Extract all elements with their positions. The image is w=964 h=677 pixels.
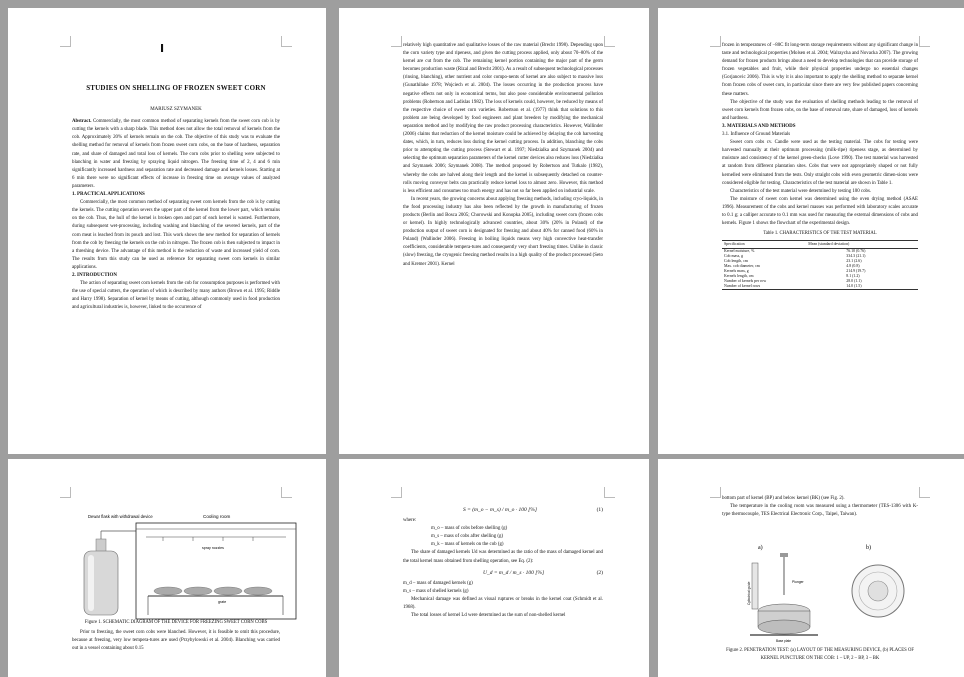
dewar-flask bbox=[83, 530, 136, 616]
paragraph: Characteristics of the test material wer… bbox=[730, 188, 872, 194]
paragraph: Commercially, the most common method of … bbox=[72, 200, 280, 270]
paper-title: STUDIES ON SHELLING OF FROZEN SWEET CORN bbox=[86, 84, 266, 92]
page-5: S = (m_o − m_s) / m_o · 100 [%] (1) wher… bbox=[339, 459, 649, 677]
abstract: Abstract. Commercially, the most common … bbox=[72, 118, 280, 191]
abstract-label: Abstract. bbox=[72, 119, 92, 125]
paragraph: The action of separating sweet corn kern… bbox=[72, 281, 280, 311]
crop-mark bbox=[60, 36, 71, 47]
label-b: b) bbox=[866, 544, 871, 551]
author-name: MARIUSZ SZYMANEK bbox=[150, 107, 202, 113]
variable-definition: m_k – mass of kernels on the cob (g) bbox=[431, 542, 504, 548]
table-row: Number of kernel rows 14.0 (1.5) bbox=[722, 284, 918, 291]
crop-mark bbox=[391, 36, 402, 47]
paragraph: bottom part of kernel (BP) and below ker… bbox=[722, 496, 845, 501]
crop-mark bbox=[710, 487, 721, 498]
paragraph: The objective of the study was the evalu… bbox=[722, 99, 918, 121]
where-label: where: bbox=[403, 518, 417, 524]
section-heading: 2. INTRODUCTION bbox=[72, 272, 118, 278]
equation-1: S = (m_o − m_s) / m_o · 100 [%] (1) bbox=[403, 506, 603, 514]
paragraph: The temperature in the cooling room was … bbox=[722, 504, 918, 518]
figure-caption: Figure 2. PENETRATION TEST: (a) LAYOUT O… bbox=[726, 648, 914, 662]
paragraph: The moisture of sweet corn kernel was de… bbox=[722, 196, 918, 227]
equation-formula: U_d = m_d / m_s · 100 [%] bbox=[483, 569, 545, 576]
paragraph: The share of damaged kernels Ud was dete… bbox=[403, 550, 603, 564]
paragraph: Sweet corn cobs cv. Candle were used as … bbox=[722, 140, 918, 186]
label-guide: Cylindrical guide bbox=[747, 581, 751, 605]
crop-mark bbox=[60, 487, 71, 498]
variable-definition: m_s – mass of cobs after shelling (g) bbox=[431, 534, 504, 540]
variable-definition: m_o – mass of cobs before shelling (g) bbox=[431, 526, 508, 532]
paragraph: relatively high quantitative and qualita… bbox=[403, 43, 603, 194]
crop-mark bbox=[710, 36, 721, 47]
abstract-text: Commercially, the most common method of … bbox=[72, 119, 280, 189]
variable-definition: m_s – mass of shelled kernels (g) bbox=[403, 588, 469, 594]
freezing-device-diagram: Dewar flask with withdrawal device Cooli… bbox=[83, 514, 297, 620]
cooling-room: spray nozzles grate bbox=[135, 522, 297, 620]
label-plunger: Plunger bbox=[792, 580, 805, 584]
penetration-test-figure: a) b) Cylindrical guide Plunger Base pla… bbox=[747, 544, 905, 643]
section-heading: 3. MATERIALS AND METHODS bbox=[722, 123, 796, 129]
equation-number: (1) bbox=[596, 507, 603, 513]
table-header: Mean (standard deviation) bbox=[806, 240, 918, 250]
crop-mark bbox=[281, 36, 292, 47]
corn-cob-section bbox=[851, 564, 905, 618]
crop-mark bbox=[919, 487, 930, 498]
section-heading: 1. PRACTICAL APPLICATIONS bbox=[72, 192, 145, 198]
label-grate: grate bbox=[218, 600, 226, 604]
equation-formula: S = (m_o − m_s) / m_o · 100 [%] bbox=[463, 507, 538, 513]
figure-caption: Figure 1. SCHEMATIC DIAGRAM OF THE DEVIC… bbox=[84, 620, 268, 625]
paragraph: Prior to freezing, the sweet corn cobs w… bbox=[72, 630, 280, 652]
label-dewar-flask: Dewar flask with withdrawal device bbox=[88, 514, 153, 519]
variable-definition: m_d – mass of damaged kernels (g) bbox=[403, 580, 473, 586]
characteristics-table: Specification Mean (standard deviation) … bbox=[722, 240, 918, 291]
crop-mark bbox=[391, 487, 402, 498]
page-1: I STUDIES ON SHELLING OF FROZEN SWEET CO… bbox=[8, 8, 326, 454]
crop-mark bbox=[919, 36, 930, 47]
label-a: a) bbox=[758, 544, 763, 551]
page-6: bottom part of kernel (BP) and below ker… bbox=[658, 459, 964, 677]
crop-mark bbox=[281, 487, 292, 498]
equation-2: U_d = m_d / m_s · 100 [%] (2) bbox=[403, 569, 603, 577]
table-header: Specification bbox=[722, 240, 807, 250]
table-cell: Number of kernel rows bbox=[722, 284, 807, 291]
label-cooling-room: Cooling room bbox=[203, 514, 230, 519]
label-spray-nozzles: spray nozzles bbox=[202, 546, 224, 550]
label-base-plate: Base plate bbox=[776, 639, 791, 643]
paragraph: The total losses of kernel Ld were deter… bbox=[411, 613, 566, 619]
paragraph: In recent years, the growing concerns ab… bbox=[403, 196, 603, 267]
page-3: frozen in temperatures of −80C fit long-… bbox=[658, 8, 964, 454]
crop-mark bbox=[604, 487, 615, 498]
page-2: relatively high quantitative and qualita… bbox=[339, 8, 649, 454]
crop-mark bbox=[604, 36, 615, 47]
measuring-device: Cylindrical guide Plunger Base plate bbox=[747, 553, 818, 643]
table-cell: 14.0 (1.5) bbox=[806, 284, 918, 291]
table-caption: Table 1. CHARACTERISTICS OF THE TEST MAT… bbox=[763, 231, 877, 237]
subsection-heading: 3.1. Influence of Ground Materials bbox=[722, 132, 791, 138]
paragraph: frozen in temperatures of −80C fit long-… bbox=[722, 43, 919, 97]
paragraph: Mechanical damage was defined as visual … bbox=[403, 596, 603, 611]
page-4: Dewar flask with withdrawal device Cooli… bbox=[8, 459, 326, 677]
text-cursor-icon: I bbox=[160, 42, 165, 55]
equation-number: (2) bbox=[596, 569, 603, 576]
